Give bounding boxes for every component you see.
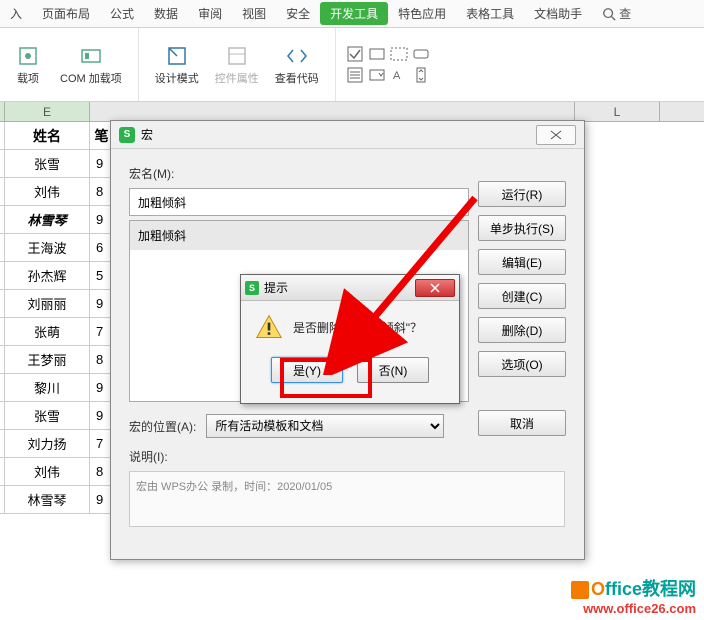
watermark-icon: [571, 581, 589, 599]
dialog-close-button[interactable]: [536, 125, 576, 145]
name-cell[interactable]: 张雪: [5, 150, 90, 178]
name-cell[interactable]: 刘伟: [5, 458, 90, 486]
col-header-l[interactable]: L: [575, 102, 660, 121]
ribbon-search[interactable]: 查: [602, 5, 631, 22]
search-icon: [602, 7, 616, 21]
name-cell[interactable]: 刘力扬: [5, 430, 90, 458]
dialog-titlebar[interactable]: S 宏: [111, 121, 584, 149]
tab-formulas[interactable]: 公式: [100, 1, 144, 26]
confirm-title: 提示: [264, 279, 415, 296]
tab-page-layout[interactable]: 页面布局: [32, 1, 100, 26]
warning-icon: [255, 313, 283, 341]
macro-list-item[interactable]: 加粗倾斜: [130, 221, 468, 250]
delete-button[interactable]: 删除(D): [478, 317, 566, 343]
label-control-icon[interactable]: A: [390, 66, 408, 84]
ribbon-tabs: 入 页面布局 公式 数据 审阅 视图 安全 开发工具 特色应用 表格工具 文档助…: [0, 0, 704, 28]
create-button[interactable]: 创建(C): [478, 283, 566, 309]
combo-control-icon[interactable]: [368, 66, 386, 84]
com-addins-button[interactable]: COM 加载项: [54, 42, 128, 88]
name-cell[interactable]: 孙杰辉: [5, 262, 90, 290]
wps-icon: S: [119, 127, 135, 143]
addins-icon: [16, 44, 40, 68]
search-label: 查: [619, 5, 631, 22]
tab-developer[interactable]: 开发工具: [320, 2, 388, 25]
checkbox-control-icon[interactable]: [346, 45, 364, 63]
controls-group: A: [336, 28, 440, 101]
edit-button[interactable]: 编辑(E): [478, 249, 566, 275]
toolbar: 载项 COM 加载项 设计模式 控件属性 查看代码: [0, 28, 704, 102]
confirm-message: 是否删除宏 粗倾斜"？: [293, 319, 422, 336]
spin-control-icon[interactable]: [412, 66, 430, 84]
confirm-close-button[interactable]: [415, 279, 455, 297]
control-properties-button: 控件属性: [209, 42, 265, 88]
macro-location-label: 宏的位置(A):: [129, 418, 196, 435]
macro-location-select[interactable]: 所有活动模板和文档: [206, 414, 444, 438]
tab-review[interactable]: 审阅: [188, 1, 232, 26]
textbox-control-icon[interactable]: [368, 45, 386, 63]
properties-icon: [225, 44, 249, 68]
addins-button[interactable]: 载项: [10, 42, 46, 88]
close-icon: [550, 130, 562, 140]
step-button[interactable]: 单步执行(S): [478, 215, 566, 241]
watermark: Office教程网 www.office26.com: [571, 575, 696, 616]
run-button[interactable]: 运行(R): [478, 181, 566, 207]
no-button[interactable]: 否(N): [357, 357, 429, 383]
group-control-icon[interactable]: [390, 45, 408, 63]
svg-text:A: A: [393, 70, 401, 82]
tab-data[interactable]: 数据: [144, 1, 188, 26]
design-mode-button[interactable]: 设计模式: [149, 42, 205, 88]
close-icon: [429, 283, 441, 293]
com-addins-icon: [79, 44, 103, 68]
tab-table-tools[interactable]: 表格工具: [456, 1, 524, 26]
options-button[interactable]: 选项(O): [478, 351, 566, 377]
tab-special[interactable]: 特色应用: [388, 1, 456, 26]
cancel-button[interactable]: 取消: [478, 410, 566, 436]
name-cell[interactable]: 王海波: [5, 234, 90, 262]
wps-icon: S: [245, 281, 259, 295]
view-code-icon: [285, 44, 309, 68]
button-control-icon[interactable]: [412, 45, 430, 63]
macro-desc-label: 说明(I):: [129, 448, 566, 465]
macro-name-label: 宏名(M):: [129, 165, 566, 182]
confirm-dialog: S 提示 是否删除宏 粗倾斜"？ 是(Y) 否(N): [240, 274, 460, 404]
tab-view[interactable]: 视图: [232, 1, 276, 26]
name-cell[interactable]: 刘丽丽: [5, 290, 90, 318]
name-cell[interactable]: 林雪琴: [5, 486, 90, 514]
tab-insert[interactable]: 入: [0, 1, 32, 26]
name-cell[interactable]: 黎川: [5, 374, 90, 402]
tab-security[interactable]: 安全: [276, 1, 320, 26]
macro-name-input[interactable]: [129, 188, 469, 216]
col-header-e[interactable]: E: [5, 102, 90, 121]
confirm-titlebar[interactable]: S 提示: [241, 275, 459, 301]
watermark-url: www.office26.com: [571, 601, 696, 616]
name-cell[interactable]: 刘伟: [5, 178, 90, 206]
name-cell[interactable]: 王梦丽: [5, 346, 90, 374]
macro-desc-box: 宏由 WPS办公 录制，时间：2020/01/05: [129, 471, 565, 527]
column-headers: E L M: [0, 102, 704, 122]
yes-button[interactable]: 是(Y): [271, 357, 343, 383]
name-cell[interactable]: 姓名: [5, 122, 90, 150]
name-cell[interactable]: 林雪琴: [5, 206, 90, 234]
name-cell[interactable]: 张雪: [5, 402, 90, 430]
design-mode-icon: [165, 44, 189, 68]
dialog-title: 宏: [141, 126, 536, 143]
col-header-m[interactable]: M: [660, 102, 704, 121]
tab-doc-assistant[interactable]: 文档助手: [524, 1, 592, 26]
list-control-icon[interactable]: [346, 66, 364, 84]
view-code-button[interactable]: 查看代码: [269, 42, 325, 88]
name-cell[interactable]: 张萌: [5, 318, 90, 346]
